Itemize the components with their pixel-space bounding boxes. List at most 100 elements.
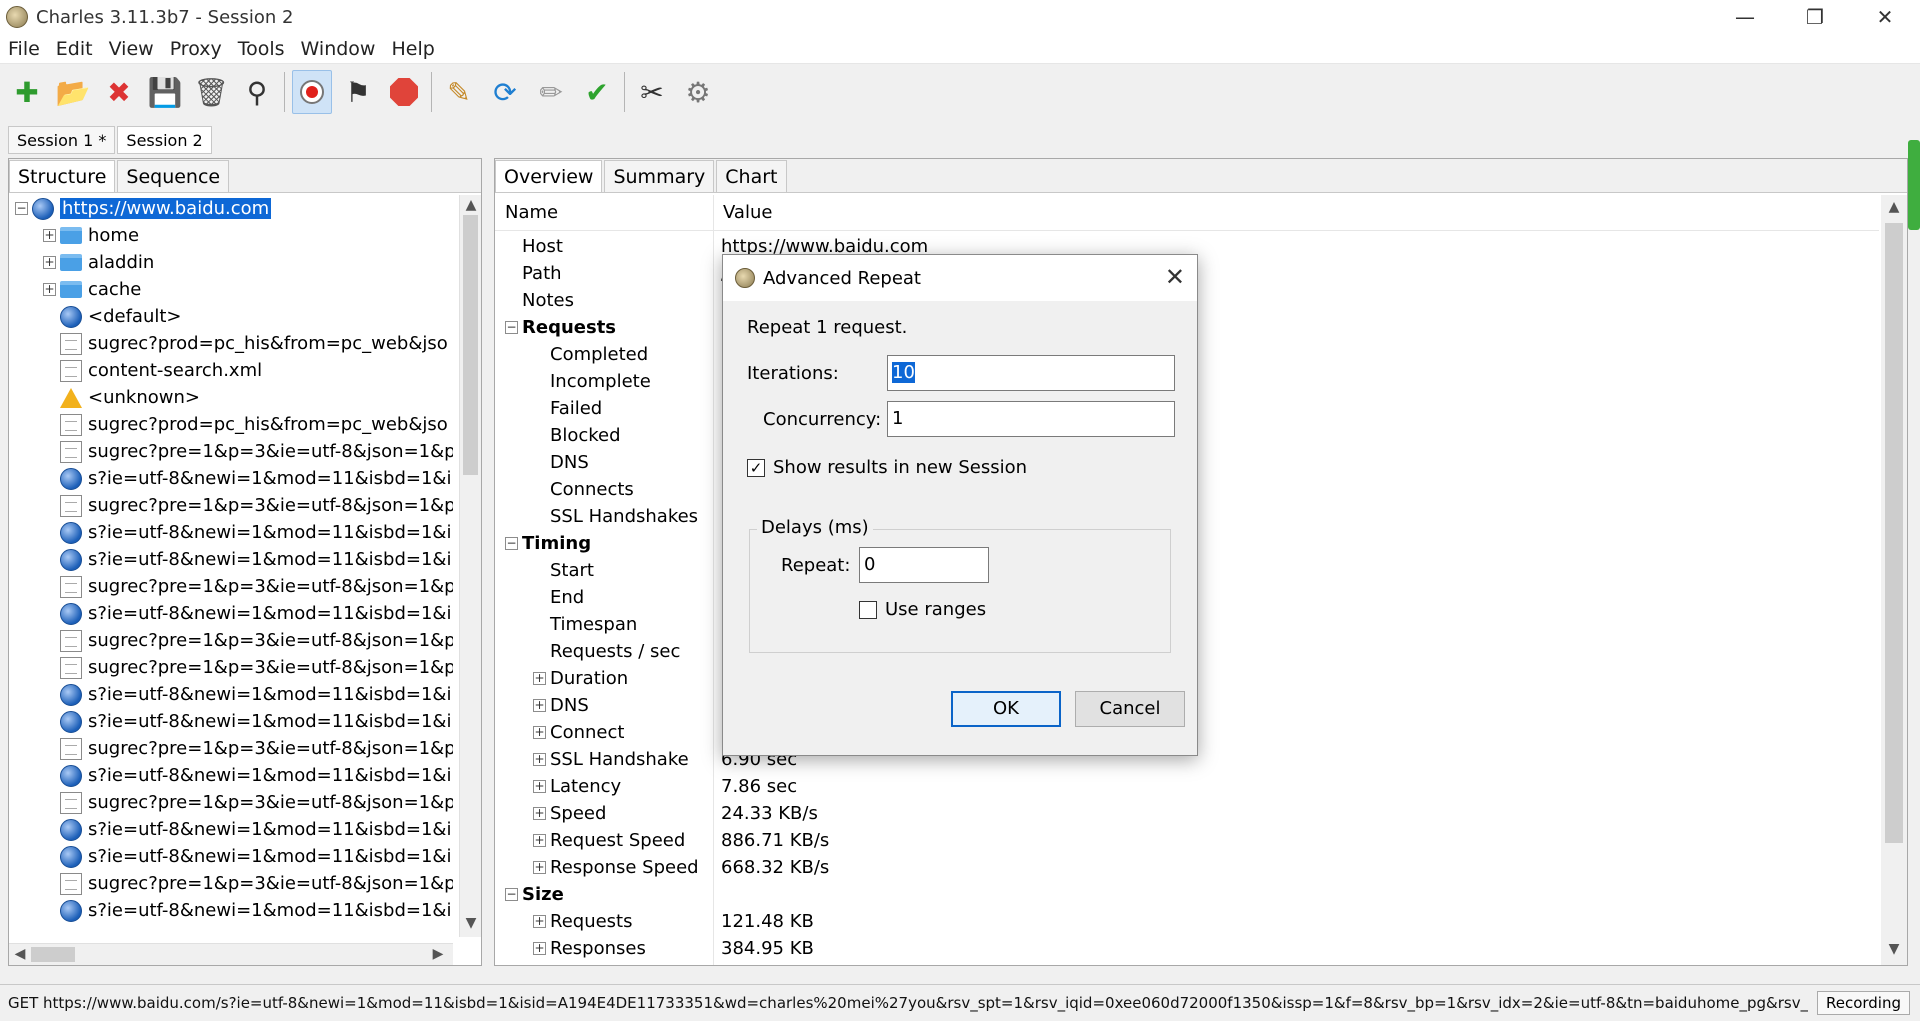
tree-row[interactable]: − https://www.baidu.com	[15, 195, 272, 222]
tree-row[interactable]: <unknown>	[43, 384, 200, 411]
new-session-icon[interactable]: ✚	[7, 70, 47, 114]
tab-sequence[interactable]: Sequence	[117, 160, 230, 192]
show-results-label[interactable]: Show results in new Session	[773, 457, 1027, 478]
repeat-delay-input[interactable]: 0	[859, 547, 989, 583]
concurrency-input[interactable]: 1	[887, 401, 1175, 437]
ok-button[interactable]: OK	[951, 691, 1061, 727]
save-icon[interactable]: 💾	[145, 70, 185, 114]
validate-icon[interactable]: ✔	[577, 70, 617, 114]
overview-row[interactable]: + Responses 384.95 KB	[495, 935, 1879, 962]
scroll-left-icon[interactable]: ◀	[9, 946, 31, 966]
scroll-thumb[interactable]	[1885, 223, 1903, 843]
collapse-icon[interactable]: −	[15, 202, 28, 215]
tree-row[interactable]: s?ie=utf-8&newi=1&mod=11&isbd=1&i:	[43, 843, 453, 870]
iterations-input[interactable]: 10	[887, 355, 1175, 391]
scroll-down-icon[interactable]: ▼	[1881, 941, 1907, 961]
tab-session-1[interactable]: Session 1 *	[8, 126, 116, 154]
overview-row[interactable]: + Requests 121.48 KB	[495, 908, 1879, 935]
tree-row[interactable]: <default>	[43, 303, 182, 330]
use-ranges-checkbox[interactable]	[859, 601, 877, 619]
repeat-icon[interactable]: ⟳	[485, 70, 525, 114]
expand-icon[interactable]: +	[533, 672, 546, 685]
edit-icon[interactable]: ✏	[531, 70, 571, 114]
stop-icon[interactable]	[384, 70, 424, 114]
expand-icon[interactable]: +	[533, 942, 546, 955]
tree-row[interactable]: s?ie=utf-8&newi=1&mod=11&isbd=1&i:	[43, 762, 453, 789]
tree-horizontal-scrollbar[interactable]: ◀ ▶	[9, 943, 453, 965]
scroll-right-icon[interactable]: ▶	[427, 946, 449, 966]
compose-icon[interactable]: ✎	[439, 70, 479, 114]
column-value[interactable]: Value	[713, 195, 772, 231]
tree-row[interactable]: sugrec?prod=pc_his&from=pc_web&jso	[43, 330, 448, 357]
tree-row[interactable]: + cache	[43, 276, 141, 303]
menu-tools[interactable]: Tools	[230, 38, 293, 60]
tab-session-2[interactable]: Session 2	[117, 126, 212, 154]
tree-row[interactable]: + home	[43, 222, 139, 249]
menu-file[interactable]: File	[0, 38, 48, 60]
expand-icon[interactable]: +	[43, 283, 56, 296]
cancel-button[interactable]: Cancel	[1075, 691, 1185, 727]
tree-row[interactable]: sugrec?pre=1&p=3&ie=utf-8&json=1&p	[43, 627, 453, 654]
open-session-icon[interactable]: 📂	[53, 70, 93, 114]
minimize-button[interactable]: —	[1710, 0, 1780, 34]
restore-button[interactable]: ❐	[1780, 0, 1850, 34]
tab-chart[interactable]: Chart	[716, 160, 787, 192]
expand-icon[interactable]: +	[533, 753, 546, 766]
settings-icon[interactable]: ⚙	[678, 70, 718, 114]
collapse-icon[interactable]: −	[505, 537, 518, 550]
expand-icon[interactable]: +	[533, 807, 546, 820]
collapse-icon[interactable]: −	[505, 888, 518, 901]
overview-row[interactable]: + Speed 24.33 KB/s	[495, 800, 1879, 827]
expand-icon[interactable]: +	[533, 699, 546, 712]
overview-vertical-scrollbar[interactable]: ▲ ▼	[1881, 195, 1907, 965]
expand-icon[interactable]: +	[533, 834, 546, 847]
tab-structure[interactable]: Structure	[9, 160, 116, 192]
menu-window[interactable]: Window	[293, 38, 384, 60]
dialog-close-icon[interactable]: ✕	[1165, 265, 1185, 289]
expand-icon[interactable]: +	[533, 726, 546, 739]
tree-row[interactable]: content-search.xml	[43, 357, 262, 384]
tree-row[interactable]: sugrec?prod=pc_his&from=pc_web&jso	[43, 411, 448, 438]
scroll-thumb[interactable]	[463, 215, 478, 475]
column-name[interactable]: Name	[495, 195, 713, 231]
overview-row[interactable]: + Latency 7.86 sec	[495, 773, 1879, 800]
menu-help[interactable]: Help	[383, 38, 442, 60]
scroll-down-icon[interactable]: ▼	[460, 915, 482, 935]
close-window-button[interactable]: ✕	[1850, 0, 1920, 34]
tree-row[interactable]: s?ie=utf-8&newi=1&mod=11&isbd=1&i:	[43, 546, 453, 573]
menu-proxy[interactable]: Proxy	[162, 38, 230, 60]
tools-icon[interactable]: ✂	[632, 70, 672, 114]
tree-row[interactable]: sugrec?pre=1&p=3&ie=utf-8&json=1&p	[43, 573, 453, 600]
collapse-icon[interactable]: −	[505, 321, 518, 334]
tree-row[interactable]: sugrec?pre=1&p=3&ie=utf-8&json=1&p	[43, 735, 453, 762]
menu-view[interactable]: View	[101, 38, 162, 60]
tree-row[interactable]: s?ie=utf-8&newi=1&mod=11&isbd=1&i:	[43, 465, 453, 492]
show-results-checkbox[interactable]: ✓	[747, 459, 765, 477]
overview-row[interactable]: − Size	[495, 881, 1879, 908]
overview-row[interactable]: + Response Speed 668.32 KB/s	[495, 854, 1879, 881]
tree-vertical-scrollbar[interactable]: ▲ ▼	[459, 195, 481, 937]
tree-row[interactable]: s?ie=utf-8&newi=1&mod=11&isbd=1&i:	[43, 681, 453, 708]
tree-row[interactable]: + aladdin	[43, 249, 154, 276]
tree-row[interactable]: s?ie=utf-8&newi=1&mod=11&isbd=1&i:	[43, 708, 453, 735]
tree-row[interactable]: sugrec?pre=1&p=3&ie=utf-8&json=1&p	[43, 492, 453, 519]
close-session-icon[interactable]: ✖	[99, 70, 139, 114]
tree-row[interactable]: sugrec?pre=1&p=3&ie=utf-8&json=1&p	[43, 789, 453, 816]
expand-icon[interactable]: +	[43, 256, 56, 269]
tree-row[interactable]: sugrec?pre=1&p=3&ie=utf-8&json=1&p	[43, 870, 453, 897]
scroll-up-icon[interactable]: ▲	[1881, 199, 1907, 219]
find-icon[interactable]: ⚲	[237, 70, 277, 114]
menu-edit[interactable]: Edit	[48, 38, 101, 60]
throttle-icon[interactable]: ⚑	[338, 70, 378, 114]
scroll-thumb[interactable]	[31, 947, 75, 962]
expand-icon[interactable]: +	[43, 229, 56, 242]
use-ranges-label[interactable]: Use ranges	[885, 599, 986, 620]
tab-summary[interactable]: Summary	[604, 160, 715, 192]
overview-row[interactable]: + Request Speed 886.71 KB/s	[495, 827, 1879, 854]
record-icon[interactable]	[292, 70, 332, 114]
tab-overview[interactable]: Overview	[495, 160, 603, 192]
expand-icon[interactable]: +	[533, 915, 546, 928]
tree-row[interactable]: s?ie=utf-8&newi=1&mod=11&isbd=1&i:	[43, 897, 453, 924]
scroll-up-icon[interactable]: ▲	[460, 197, 482, 217]
expand-icon[interactable]: +	[533, 780, 546, 793]
